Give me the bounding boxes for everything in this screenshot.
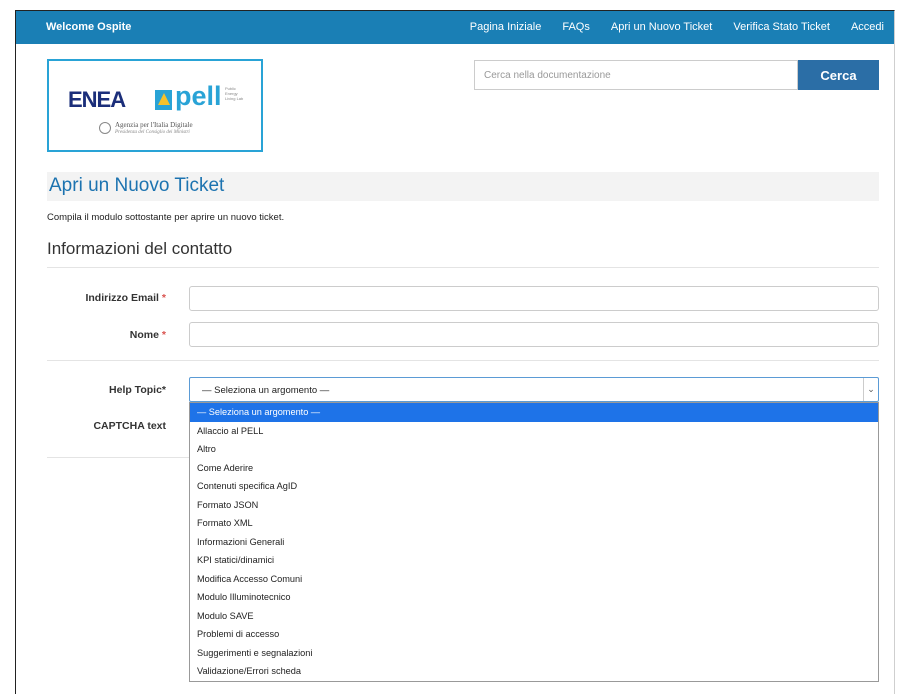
nav-login-link[interactable]: Accedi [851,21,884,33]
name-label: Nome * [66,329,166,341]
dropdown-option[interactable]: — Seleziona un argomento — [190,403,878,422]
dropdown-option[interactable]: Suggerimenti e segnalazioni [190,644,878,663]
search-input[interactable] [474,60,798,90]
welcome-text: Welcome Ospite [46,21,132,33]
nav-faqs-link[interactable]: FAQs [562,21,590,33]
email-label: Indirizzo Email * [66,292,166,304]
dropdown-option[interactable]: Come Aderire [190,459,878,478]
name-field[interactable] [189,322,879,347]
top-navigation-bar: Welcome Ospite Pagina Iniziale FAQs Apri… [16,11,894,44]
pell-logo-icon [155,90,172,110]
name-required-mark: * [161,329,166,341]
agid-subtitle: Presidenza del Consiglio dei Ministri [115,130,190,135]
help-topic-dropdown-list: — Seleziona un argomento — Allaccio al P… [189,402,879,682]
dropdown-option[interactable]: Contenuti specifica AgID [190,477,878,496]
enea-logo: ENEA [68,87,126,112]
dropdown-option[interactable]: Allaccio al PELL [190,422,878,441]
intro-text: Compila il modulo sottostante per aprire… [47,212,285,223]
search-button[interactable]: Cerca [798,60,879,90]
dropdown-option[interactable]: Altro [190,440,878,459]
email-label-text: Indirizzo Email [85,292,159,304]
agid-logo-text: Agenzia per l'Italia Digitale Presidenza… [115,121,193,137]
help-topic-label: Help Topic* [109,384,166,396]
agid-seal-icon [99,122,111,134]
help-topic-value: — Seleziona un argomento — [202,385,330,396]
dropdown-option[interactable]: KPI statici/dinamici [190,551,878,570]
email-field[interactable] [189,286,879,311]
top-nav-links: Pagina Iniziale FAQs Apri un Nuovo Ticke… [449,21,884,33]
section-heading: Informazioni del contatto [47,239,233,258]
dropdown-option[interactable]: Problemi di accesso [190,625,878,644]
dropdown-option[interactable]: Modifica Accesso Comuni [190,570,878,589]
form-divider [47,360,879,361]
name-label-text: Nome [129,329,159,341]
dropdown-option[interactable]: Validazione/Errori scheda [190,662,878,681]
nav-new-ticket-link[interactable]: Apri un Nuovo Ticket [611,21,713,33]
page-title: Apri un Nuovo Ticket [49,175,225,196]
pell-logo-tagline: Public Energy Living Lab [225,86,244,101]
email-required-mark: * [161,292,166,304]
nav-home-link[interactable]: Pagina Iniziale [470,21,542,33]
dropdown-option[interactable]: Modulo SAVE [190,607,878,626]
dropdown-option[interactable]: Modulo Illuminotecnico [190,588,878,607]
dropdown-option[interactable]: Formato JSON [190,496,878,515]
search-bar: Cerca [474,60,879,90]
captcha-label: CAPTCHA text [93,420,166,432]
agid-name: Agenzia per l'Italia Digitale [115,121,193,129]
browser-frame: Welcome Ospite Pagina Iniziale FAQs Apri… [15,10,895,694]
dropdown-option[interactable]: Formato XML [190,514,878,533]
site-logo[interactable]: ENEA pell Public Energy Living Lab Agenz… [47,59,263,152]
nav-check-ticket-link[interactable]: Verifica Stato Ticket [733,21,830,33]
dropdown-option[interactable]: Informazioni Generali [190,533,878,552]
pell-logo: pell [175,81,222,111]
help-topic-select[interactable]: — Seleziona un argomento — ⌄ [189,377,879,402]
chevron-down-icon[interactable]: ⌄ [863,378,878,401]
section-divider [47,267,879,268]
page-title-bar: Apri un Nuovo Ticket [47,172,879,201]
